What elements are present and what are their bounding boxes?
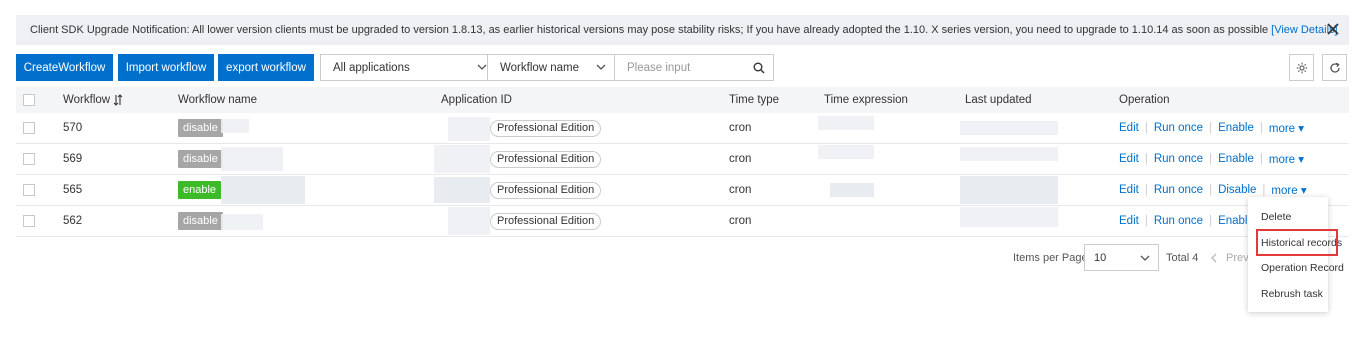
edition-tag: Professional Edition bbox=[490, 181, 602, 199]
enable-link[interactable]: Enable bbox=[1218, 122, 1254, 134]
refresh-icon bbox=[1329, 62, 1340, 73]
run-once-link[interactable]: Run once bbox=[1154, 184, 1203, 196]
header-time-type: Time type bbox=[729, 94, 780, 106]
more-link[interactable]: more ▾ bbox=[1269, 121, 1304, 135]
edit-link[interactable]: Edit bbox=[1119, 122, 1139, 134]
time-type: cron bbox=[729, 122, 752, 134]
items-per-page-label: Items per Page bbox=[1013, 251, 1088, 264]
workflow-table: Workflow Workflow name Application ID Ti… bbox=[16, 87, 1349, 237]
export-workflow-button[interactable]: export workflow bbox=[218, 54, 314, 81]
redacted-time-expression bbox=[818, 116, 874, 130]
header-operation: Operation bbox=[1119, 94, 1170, 106]
run-once-link[interactable]: Run once bbox=[1154, 122, 1203, 134]
search-icon[interactable] bbox=[753, 62, 765, 74]
table-row: 562 disable Professional Edition cron Ed… bbox=[16, 206, 1349, 237]
time-type: cron bbox=[729, 153, 752, 165]
header-time-expression: Time expression bbox=[824, 94, 908, 106]
search-field-select[interactable]: Workflow name bbox=[487, 54, 615, 81]
edition-tag: Professional Edition bbox=[490, 212, 602, 230]
time-type: cron bbox=[729, 184, 752, 196]
close-icon[interactable] bbox=[1325, 21, 1341, 37]
search-field-value: Workflow name bbox=[500, 61, 580, 74]
menu-item-rebrush-task[interactable]: Rebrush task bbox=[1248, 283, 1328, 305]
chevron-down-icon bbox=[477, 64, 487, 70]
enable-link[interactable]: Enable bbox=[1218, 153, 1254, 165]
redacted-app-id bbox=[448, 207, 490, 235]
chevron-down-icon bbox=[596, 64, 606, 70]
row-checkbox[interactable] bbox=[23, 215, 35, 227]
search-input[interactable]: Please input bbox=[614, 54, 774, 81]
redacted-name bbox=[221, 176, 305, 204]
settings-button[interactable] bbox=[1289, 54, 1314, 81]
chevron-down-icon bbox=[1140, 255, 1150, 261]
disable-link[interactable]: Disable bbox=[1218, 184, 1256, 196]
redacted-name bbox=[221, 119, 249, 133]
row-checkbox[interactable] bbox=[23, 184, 35, 196]
application-select[interactable]: All applications bbox=[320, 54, 496, 81]
row-operations: Edit | Run once | Enable | more ▾ bbox=[1119, 152, 1305, 166]
chevron-left-icon bbox=[1211, 253, 1217, 262]
redacted-time-expression bbox=[830, 183, 874, 197]
run-once-link[interactable]: Run once bbox=[1154, 215, 1203, 227]
run-once-link[interactable]: Run once bbox=[1154, 153, 1203, 165]
header-workflow[interactable]: Workflow bbox=[63, 87, 123, 113]
notice-text: Client SDK Upgrade Notification: All low… bbox=[30, 24, 1269, 36]
redacted-last-updated bbox=[960, 147, 1058, 161]
menu-item-operation-record[interactable]: Operation Record bbox=[1248, 257, 1344, 279]
row-checkbox[interactable] bbox=[23, 122, 35, 134]
select-all-checkbox[interactable] bbox=[23, 94, 35, 106]
redacted-app-id bbox=[448, 117, 490, 141]
page-size-select[interactable]: 10 bbox=[1084, 244, 1159, 271]
redacted-app-id bbox=[434, 177, 490, 203]
edit-link[interactable]: Edit bbox=[1119, 215, 1139, 227]
redacted-last-updated bbox=[960, 207, 1058, 227]
table-header: Workflow Workflow name Application ID Ti… bbox=[16, 87, 1349, 113]
gear-icon bbox=[1296, 62, 1307, 73]
more-link[interactable]: more ▾ bbox=[1269, 152, 1304, 166]
workflow-id: 569 bbox=[63, 153, 83, 165]
edit-link[interactable]: Edit bbox=[1119, 184, 1139, 196]
page-size-value: 10 bbox=[1094, 251, 1107, 264]
workflow-id: 562 bbox=[63, 215, 83, 227]
edit-link[interactable]: Edit bbox=[1119, 153, 1139, 165]
header-application-id: Application ID bbox=[441, 94, 512, 106]
toolbar: CreateWorkflow Import workflow export wo… bbox=[16, 54, 1349, 81]
status-badge: disable bbox=[178, 119, 223, 137]
workflow-id: 570 bbox=[63, 122, 83, 134]
row-operations: Edit | Run once | Enable | more ▾ bbox=[1119, 121, 1305, 135]
prev-page-button[interactable]: Previ bbox=[1210, 244, 1251, 271]
redacted-last-updated bbox=[960, 176, 1058, 204]
menu-item-delete[interactable]: Delete bbox=[1248, 206, 1328, 228]
header-last-updated: Last updated bbox=[965, 94, 1032, 106]
table-row: 565 enable Professional Edition cron Edi… bbox=[16, 175, 1349, 206]
refresh-button[interactable] bbox=[1322, 54, 1347, 81]
import-workflow-button[interactable]: Import workflow bbox=[118, 54, 214, 81]
workflow-id: 565 bbox=[63, 184, 83, 196]
status-badge: disable bbox=[178, 150, 223, 168]
edition-tag: Professional Edition bbox=[490, 150, 602, 168]
time-type: cron bbox=[729, 215, 752, 227]
edition-tag: Professional Edition bbox=[490, 119, 602, 137]
table-row: 570 disable Professional Edition cron Ed… bbox=[16, 113, 1349, 144]
header-workflow-name: Workflow name bbox=[178, 94, 258, 106]
highlight-box bbox=[1256, 229, 1338, 256]
total-count: Total 4 bbox=[1166, 251, 1199, 264]
application-select-value: All applications bbox=[333, 61, 410, 74]
create-workflow-button[interactable]: CreateWorkflow bbox=[16, 54, 113, 81]
header-workflow-label: Workflow bbox=[63, 94, 111, 106]
upgrade-notice: Client SDK Upgrade Notification: All low… bbox=[16, 15, 1349, 45]
redacted-app-id bbox=[434, 145, 490, 173]
more-link[interactable]: more ▾ bbox=[1271, 183, 1306, 197]
search-placeholder: Please input bbox=[627, 61, 691, 74]
redacted-last-updated bbox=[960, 121, 1058, 135]
status-badge: disable bbox=[178, 212, 223, 230]
status-badge: enable bbox=[178, 181, 222, 199]
sort-icon[interactable] bbox=[113, 94, 123, 106]
redacted-time-expression bbox=[818, 145, 874, 159]
redacted-name bbox=[221, 147, 283, 171]
redacted-name bbox=[221, 214, 263, 230]
row-checkbox[interactable] bbox=[23, 153, 35, 165]
table-row: 569 disable Professional Edition cron Ed… bbox=[16, 144, 1349, 175]
